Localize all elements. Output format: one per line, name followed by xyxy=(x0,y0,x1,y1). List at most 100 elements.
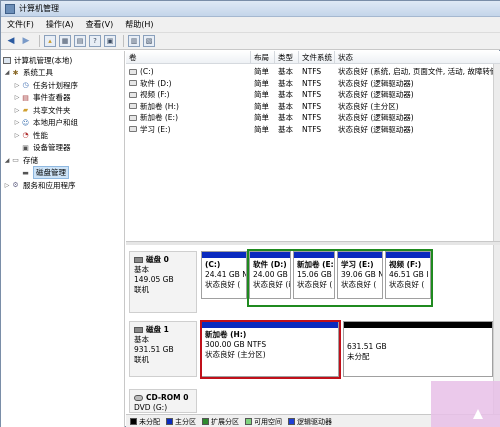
volume-icon xyxy=(129,80,137,87)
export-icon[interactable]: ▥ xyxy=(128,35,140,47)
partition-status: 状态良好 ( xyxy=(205,280,241,289)
volume-row[interactable]: 新加卷 (H:) 简单 基本 NTFS 状态良好 (主分区) xyxy=(126,101,500,113)
legend-primary: 主分区 xyxy=(166,417,196,427)
tree-item-task-scheduler[interactable]: ▷ ◷ 任务计划程序 xyxy=(1,79,124,92)
unallocated-space[interactable]: 631.51 GB 未分配 xyxy=(343,321,493,377)
refresh-icon[interactable]: ▧ xyxy=(143,35,155,47)
expand-arrow-icon[interactable]: ▷ xyxy=(13,94,21,101)
collapse-arrow-icon[interactable]: ◢ xyxy=(3,157,11,164)
forward-arrow-icon[interactable]: ▶ xyxy=(20,35,32,47)
tree-item-services-apps[interactable]: ▷ ⚙ 服务和应用程序 xyxy=(1,179,124,192)
cdrom-label[interactable]: CD-ROM 0 DVD (G:) xyxy=(129,389,197,413)
column-header-layout[interactable]: 布局 xyxy=(251,51,275,63)
partition-size: 300.00 GB NTFS xyxy=(205,340,267,349)
volume-type: 基本 xyxy=(278,124,293,134)
volume-status: 状态良好 (主分区) xyxy=(338,101,399,111)
tree-item-device-manager[interactable]: ▣ 设备管理器 xyxy=(1,142,124,155)
volume-row[interactable]: 新加卷 (E:) 简单 基本 NTFS 状态良好 (逻辑驱动器) xyxy=(126,112,500,124)
partition-status: 状态良好 (主分区) xyxy=(205,350,266,359)
device-manager-icon: ▣ xyxy=(22,143,29,152)
computer-icon xyxy=(3,56,11,64)
show-tree-icon[interactable]: ▦ xyxy=(59,35,71,47)
tree-item-performance[interactable]: ▷ ◔ 性能 xyxy=(1,129,124,142)
menu-view[interactable]: 查看(V) xyxy=(86,19,114,30)
tree-root[interactable]: 计算机管理(本地) xyxy=(1,54,124,67)
expand-arrow-icon[interactable]: ▷ xyxy=(13,132,21,139)
tree-item-label: 性能 xyxy=(33,130,48,140)
partition-e-study[interactable]: 学习 (E:) 39.06 GB N 状态良好 ( xyxy=(337,251,383,299)
back-arrow-icon[interactable]: ◀ xyxy=(5,35,17,47)
partition-e-new[interactable]: 新加卷 (E:) 15.06 GB 状态良好 ( xyxy=(293,251,335,299)
disk0-status: 联机 xyxy=(134,285,149,294)
disk1-type: 基本 xyxy=(134,335,149,344)
volume-list-scrollbar[interactable] xyxy=(493,64,500,241)
volume-filesystem: NTFS xyxy=(302,101,322,111)
partition-d[interactable]: 软件 (D:) 24.00 GB 状态良好 (i xyxy=(249,251,291,299)
disk-management-pane: 卷 布局 类型 文件系统 状态 (C:) 简单 基本 NTFS 状态良好 (系统… xyxy=(126,51,500,427)
cdrom-drive: DVD (G:) xyxy=(134,403,168,412)
tree-item-event-viewer[interactable]: ▷ ▤ 事件查看器 xyxy=(1,92,124,105)
up-folder-icon[interactable]: ▴ xyxy=(44,35,56,47)
column-header-type[interactable]: 类型 xyxy=(275,51,299,63)
column-header-status[interactable]: 状态 xyxy=(335,51,500,63)
new-window-icon[interactable]: ▣ xyxy=(104,35,116,47)
disk0-label[interactable]: 磁盘 0 基本 149.05 GB 联机 xyxy=(129,251,197,313)
window-title: 计算机管理 xyxy=(19,4,59,13)
partition-size: 15.06 GB xyxy=(297,270,332,279)
volume-icon xyxy=(129,103,137,110)
tree-item-storage[interactable]: ◢ ▭ 存储 xyxy=(1,154,124,167)
menu-file[interactable]: 文件(F) xyxy=(7,19,34,30)
menu-help[interactable]: 帮助(H) xyxy=(125,19,153,30)
column-header-volume[interactable]: 卷 xyxy=(126,51,251,63)
navigation-tree: 计算机管理(本地) ◢ ✱ 系统工具 ▷ ◷ 任务计划程序 ▷ ▤ 事件查看器 … xyxy=(1,51,125,427)
volume-row[interactable]: 学习 (E:) 简单 基本 NTFS 状态良好 (逻辑驱动器) xyxy=(126,124,500,136)
partition-c[interactable]: (C:) 24.41 GB N 状态良好 ( xyxy=(201,251,247,299)
volume-filesystem: NTFS xyxy=(302,67,322,77)
tree-item-system-tools[interactable]: ◢ ✱ 系统工具 xyxy=(1,67,124,80)
tree-item-shared-folders[interactable]: ▷ ▰ 共享文件夹 xyxy=(1,104,124,117)
expand-arrow-icon[interactable]: ▷ xyxy=(13,119,21,126)
collapse-arrow-icon[interactable]: ◢ xyxy=(3,69,11,76)
performance-icon: ◔ xyxy=(22,131,29,140)
volume-row[interactable]: 视频 (F:) 简单 基本 NTFS 状态良好 (逻辑驱动器) xyxy=(126,89,500,101)
volume-name: (C:) xyxy=(140,67,154,77)
expand-arrow-icon[interactable]: ▷ xyxy=(3,182,11,189)
unallocated-size: 631.51 GB xyxy=(347,342,387,351)
legend-free-space: 可用空间 xyxy=(245,417,282,427)
volume-type: 基本 xyxy=(278,101,293,111)
tree-item-disk-management[interactable]: ▬ 磁盘管理 xyxy=(1,166,124,180)
column-header-filesystem[interactable]: 文件系统 xyxy=(299,51,335,63)
disk1-status: 联机 xyxy=(134,355,149,364)
partition-h[interactable]: 新加卷 (H:) 300.00 GB NTFS 状态良好 (主分区) xyxy=(201,321,339,377)
partition-f[interactable]: 视频 (F:) 46.51 GB I 状态良好 ( xyxy=(385,251,431,299)
disk0-name: 磁盘 0 xyxy=(146,255,169,264)
volume-name: 学习 (E:) xyxy=(140,124,171,134)
help-icon[interactable]: ? xyxy=(89,35,101,47)
expand-arrow-icon[interactable]: ▷ xyxy=(13,107,21,114)
volume-name: 新加卷 (H:) xyxy=(140,101,179,111)
volume-type: 基本 xyxy=(278,113,293,123)
watermark-overlay xyxy=(431,381,500,427)
cdrom-icon xyxy=(134,395,143,401)
volume-status: 状态良好 (逻辑驱动器) xyxy=(338,78,414,88)
volume-status: 状态良好 (系统, 启动, 页面文件, 活动, 故障转储 xyxy=(338,67,498,77)
tree-item-label: 任务计划程序 xyxy=(33,80,78,90)
expand-arrow-icon[interactable]: ▷ xyxy=(13,82,21,89)
volume-row[interactable]: 软件 (D:) 简单 基本 NTFS 状态良好 (逻辑驱动器) xyxy=(126,78,500,90)
volume-layout: 简单 xyxy=(254,67,269,77)
volume-type: 基本 xyxy=(278,78,293,88)
legend-swatch xyxy=(130,418,137,425)
menu-action[interactable]: 操作(A) xyxy=(46,19,74,30)
title-bar[interactable]: 计算机管理 xyxy=(1,1,500,17)
tree-item-label: 存储 xyxy=(23,155,38,165)
volume-status: 状态良好 (逻辑驱动器) xyxy=(338,90,414,100)
disk1-label[interactable]: 磁盘 1 基本 931.51 GB 联机 xyxy=(129,321,197,377)
tree-item-label: 事件查看器 xyxy=(33,93,71,103)
properties-icon[interactable]: ▤ xyxy=(74,35,86,47)
menu-bar: 文件(F) 操作(A) 查看(V) 帮助(H) xyxy=(1,17,500,33)
tree-item-label: 服务和应用程序 xyxy=(23,180,76,190)
partition-size: 24.00 GB xyxy=(253,270,288,279)
volume-icon xyxy=(129,91,137,98)
volume-row[interactable]: (C:) 简单 基本 NTFS 状态良好 (系统, 启动, 页面文件, 活动, … xyxy=(126,66,500,78)
tree-item-local-users[interactable]: ▷ ☺ 本地用户和组 xyxy=(1,117,124,130)
